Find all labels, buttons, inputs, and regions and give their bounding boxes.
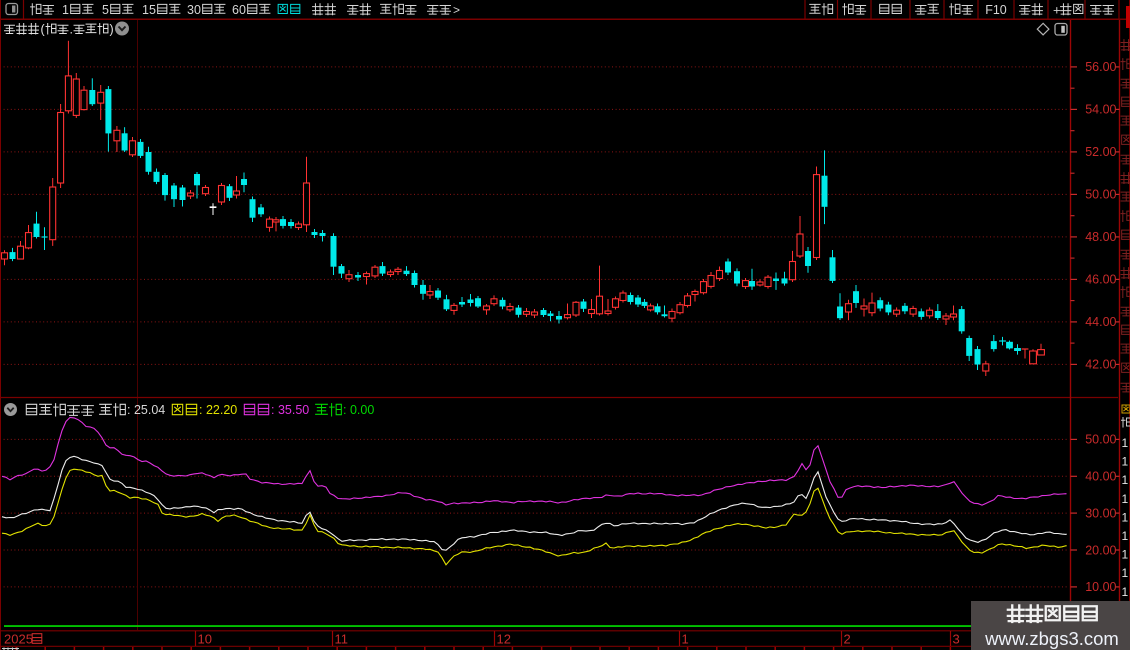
svg-text:48.00: 48.00 [1085, 230, 1116, 244]
svg-text:50.00: 50.00 [1085, 188, 1116, 202]
svg-text:1: 1 [1122, 529, 1129, 543]
svg-text:44.00: 44.00 [1085, 315, 1116, 329]
svg-text:1: 1 [1122, 473, 1129, 487]
svg-text:1: 1 [682, 632, 689, 647]
svg-text:: 0.00: : 0.00 [343, 403, 374, 417]
svg-text:10.00: 10.00 [1085, 580, 1116, 594]
svg-text:46.00: 46.00 [1085, 273, 1116, 287]
svg-text:: 25.04: : 25.04 [127, 403, 165, 417]
svg-text:2025: 2025 [4, 632, 33, 647]
svg-text:60: 60 [232, 3, 246, 17]
svg-text:42.00: 42.00 [1085, 358, 1116, 372]
svg-text:1: 1 [1122, 585, 1129, 599]
svg-text:1: 1 [1122, 492, 1129, 506]
svg-text:10: 10 [198, 632, 212, 647]
svg-text:): ) [110, 23, 114, 37]
svg-text:>: > [453, 3, 460, 17]
svg-text:12: 12 [497, 632, 511, 647]
svg-text:: 35.50: : 35.50 [271, 403, 309, 417]
svg-text:1: 1 [1122, 548, 1129, 562]
svg-text:30: 30 [187, 3, 201, 17]
svg-text:www.zbgs3.com: www.zbgs3.com [984, 628, 1119, 649]
svg-text:1: 1 [62, 3, 69, 17]
svg-text:40.00: 40.00 [1085, 470, 1116, 484]
svg-text:+: + [1053, 3, 1061, 18]
svg-text:.: . [70, 23, 73, 37]
svg-text:52.00: 52.00 [1085, 145, 1116, 159]
svg-text:50.00: 50.00 [1085, 433, 1116, 447]
svg-text:1: 1 [1122, 455, 1129, 469]
svg-text:11: 11 [335, 632, 349, 647]
svg-text:15: 15 [142, 3, 156, 17]
svg-text:54.00: 54.00 [1085, 103, 1116, 117]
svg-text:5: 5 [102, 3, 109, 17]
svg-text:2: 2 [844, 632, 851, 647]
svg-text:1: 1 [1122, 510, 1129, 524]
svg-text:30.00: 30.00 [1085, 506, 1116, 520]
svg-text:20.00: 20.00 [1085, 543, 1116, 557]
svg-text:: 22.20: : 22.20 [199, 403, 237, 417]
svg-text:1: 1 [1122, 566, 1129, 580]
svg-text:1: 1 [1122, 436, 1129, 450]
svg-text:3: 3 [953, 632, 960, 647]
svg-text:F10: F10 [985, 3, 1007, 17]
svg-text:56.00: 56.00 [1085, 60, 1116, 74]
